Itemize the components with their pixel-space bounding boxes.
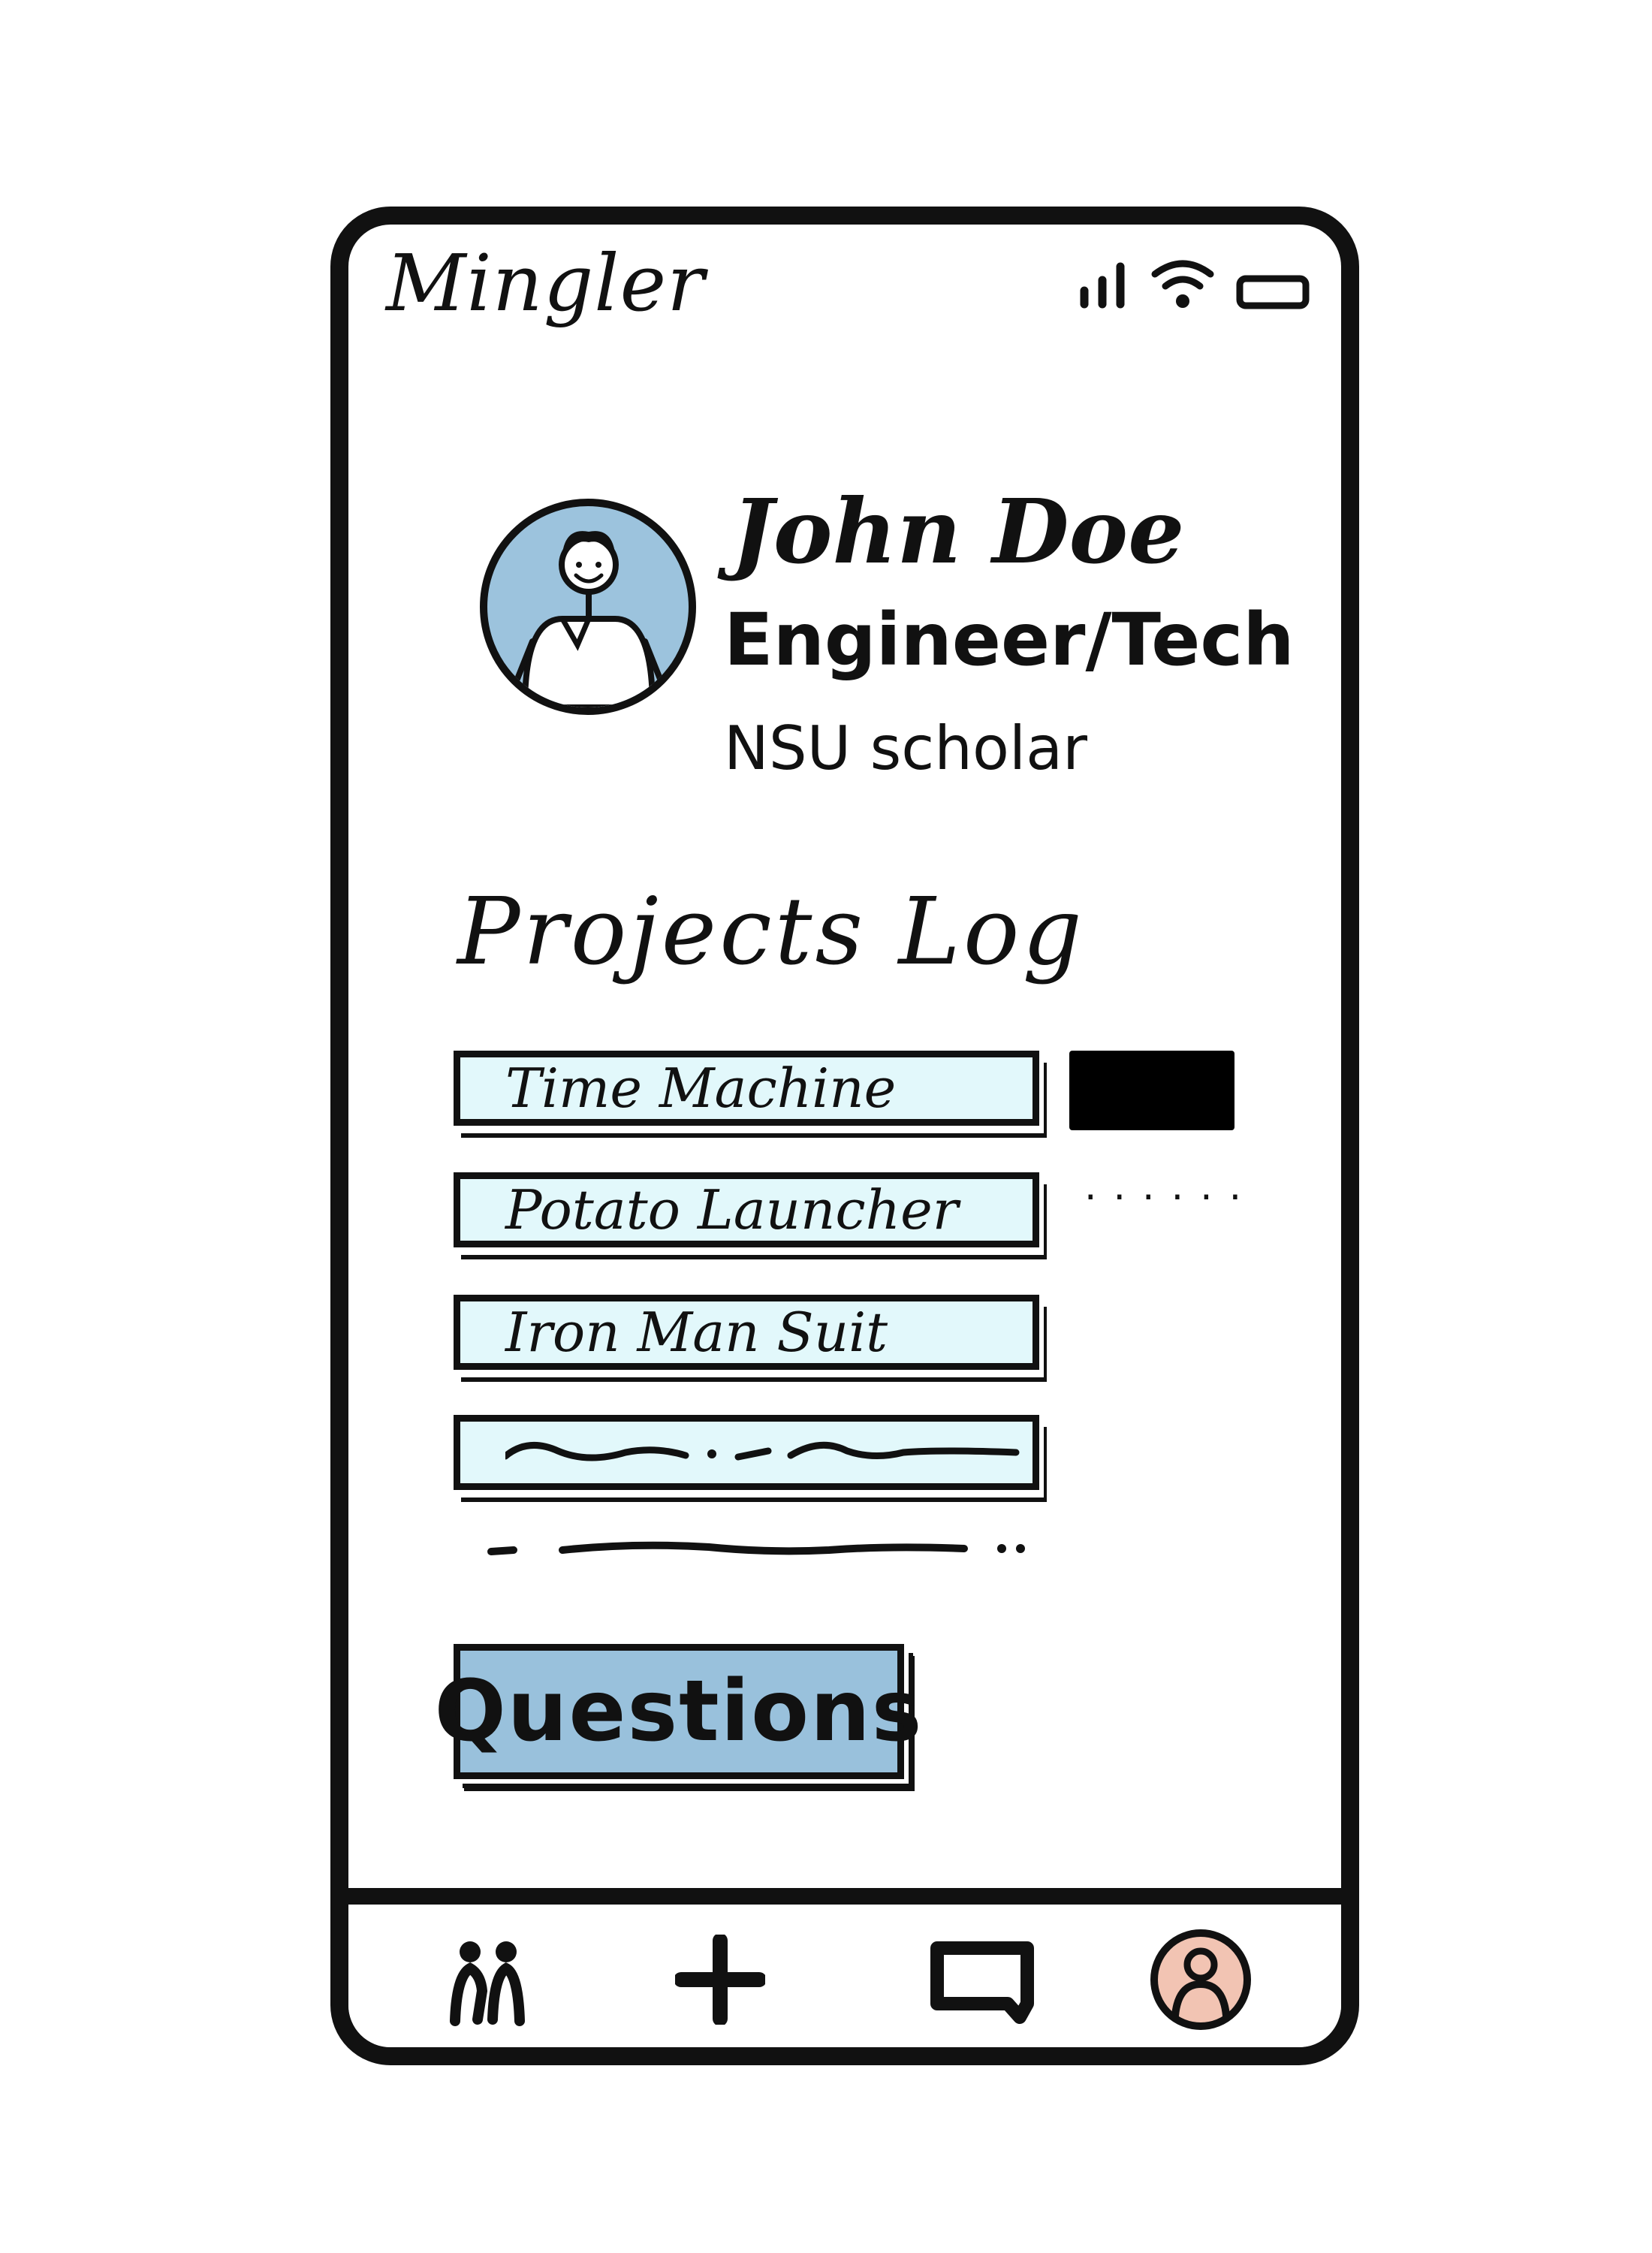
nav-profile[interactable] [1144,1923,1257,2036]
project-label: Potato Launcher [505,1178,959,1241]
project-item-time-machine[interactable]: Time Machine [454,1051,1039,1126]
app-title: Mingler [386,237,705,329]
profile-avatar[interactable] [480,499,696,715]
status-bar [1077,256,1311,310]
nav-add[interactable] [664,1923,776,2036]
plus-icon [675,1935,765,2025]
battery-icon [1236,275,1310,309]
project-label: Iron Man Suit [505,1301,888,1364]
chat-icon [930,1941,1034,2024]
project-item-iron-man-suit[interactable]: Iron Man Suit [454,1295,1039,1370]
questions-button[interactable]: Questions [435,1644,921,1779]
signal-icon [1080,262,1125,309]
people-icon [450,1941,525,2026]
squiggle-placeholder-text [505,1441,1020,1461]
profile-name: John Doe [731,479,1185,584]
placeholder-text-line [487,1541,1025,1555]
person-avatar-icon [514,531,663,707]
bottom-nav [348,1888,1341,2047]
phone-frame: Mingler John Doe Engineer/Tech NSU schol… [330,207,1359,2065]
profile-icon [1150,1929,1251,2030]
questions-label: Questions [434,1663,924,1760]
ellipsis-dots: ······ [1084,1175,1259,1220]
project-item-placeholder[interactable] [454,1415,1039,1490]
nav-people[interactable] [431,1923,544,2036]
project-item-potato-launcher[interactable]: Potato Launcher [454,1172,1039,1247]
projects-log-title: Projects Log [457,878,1085,986]
project-label: Time Machine [505,1057,897,1120]
profile-organization: NSU scholar [724,713,1088,783]
redacted-block [1069,1051,1234,1130]
profile-role: Engineer/Tech [724,598,1295,682]
nav-chat[interactable] [927,1923,1039,2036]
wifi-icon [1151,260,1214,308]
